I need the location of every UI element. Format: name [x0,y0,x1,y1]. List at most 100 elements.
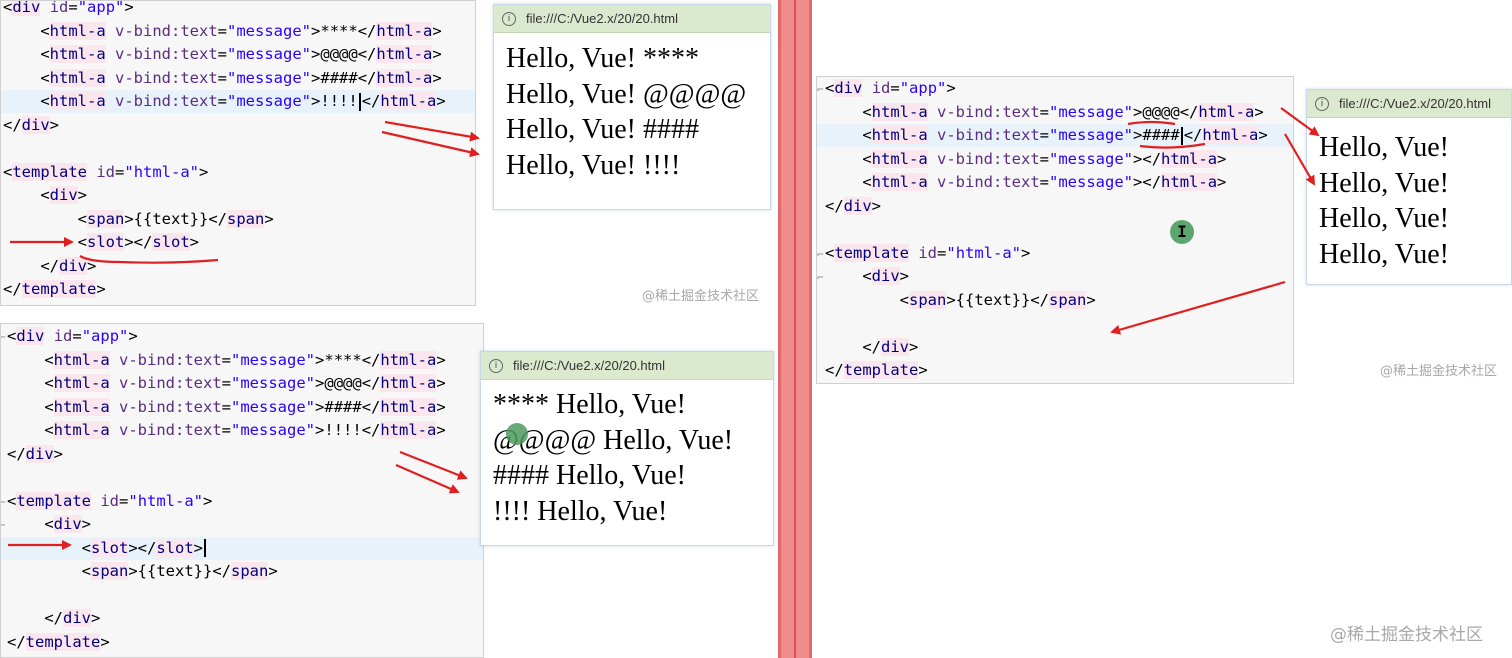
bracket: </ [361,374,381,392]
code-line[interactable]: <html-a v-bind:text="message">!!!!</html… [1,419,483,442]
code-line[interactable] [817,312,1293,335]
code-line[interactable]: ⌐ <div> [1,513,483,536]
tag-name: html-a [53,374,110,392]
code-line[interactable]: </div> [817,336,1293,359]
code-line[interactable]: </template> [817,359,1293,382]
code-line[interactable]: ⌐ <div> [1,184,475,207]
code-line[interactable]: ⌐<template id="html-a"> [1,490,483,514]
text-cursor-icon: I [1170,220,1194,244]
tag-name: html-a [380,421,437,439]
attr-value: "app" [81,327,129,345]
tag-name: slot [91,538,129,557]
equals: = [221,421,232,439]
slot-content: **** [324,350,362,369]
code-line[interactable]: <html-a v-bind:text="message">####</html… [1,67,475,90]
info-icon[interactable]: i [1315,96,1329,111]
code-line[interactable]: <html-a v-bind:text="message">****</html… [1,20,475,43]
browser-url[interactable]: file:///C:/Vue2.x/20/20.html [1339,96,1491,111]
bracket: < [44,350,54,369]
code-line[interactable] [1,466,483,489]
attr-name: id [100,491,120,510]
code-line[interactable]: <html-a v-bind:text="message"></html-a> [817,171,1293,194]
info-icon[interactable]: i [502,11,516,26]
bracket: </ [1183,126,1203,144]
code-line[interactable] [817,218,1293,241]
bracket: > [128,327,138,345]
code-line[interactable]: </template> [1,278,475,301]
code-line[interactable]: ⌐<div id="app"> [817,77,1293,100]
tag-name: div [834,79,863,97]
code-line[interactable]: ⌐<div id="app"> [1,0,475,19]
code-line[interactable]: <slot></slot> [1,231,475,254]
info-icon[interactable]: i [489,358,503,373]
code-line[interactable]: <span>{{text}}</span> [1,560,483,583]
bracket: < [825,243,835,262]
code-line[interactable]: <span>{{text}}</span> [817,289,1293,312]
code-line[interactable]: ⌐ <div> [817,265,1293,288]
bracket: > [432,68,442,87]
equals: = [119,491,129,510]
code-line[interactable]: ⌐<template id="html-a"> [817,242,1293,265]
right-code-editor[interactable]: ⌐<div id="app"> <html-a v-bind:text="mes… [816,76,1294,384]
code-line[interactable]: <html-a v-bind:text="message">####</html… [1,396,483,419]
bracket: > [100,632,110,651]
equals: = [68,0,78,16]
code-line[interactable]: </div> [1,255,475,278]
marker-dot [506,423,528,445]
tag-name: html-a [53,397,110,416]
code-line[interactable]: </div> [1,607,483,630]
browser-address-bar[interactable]: i file:///C:/Vue2.x/20/20.html [494,5,770,33]
code-line[interactable]: ⌐<div id="app"> [1,325,483,348]
equals: = [217,92,228,110]
code-line[interactable]: <span>{{text}}</span> [1,208,475,231]
code-line[interactable]: </div> [1,443,483,466]
code-line[interactable]: <html-a v-bind:text="message">@@@@</html… [817,101,1293,124]
bottom-left-code-editor[interactable]: ⌐<div id="app"> <html-a v-bind:text="mes… [0,323,484,658]
bracket: > [96,280,106,298]
code-line[interactable]: </div> [817,195,1293,218]
code-line[interactable]: </div> [1,114,475,137]
browser-address-bar[interactable]: i file:///C:/Vue2.x/20/20.html [481,352,773,380]
bracket: < [40,45,50,63]
browser-url[interactable]: file:///C:/Vue2.x/20/20.html [513,358,665,373]
code-line[interactable]: <html-a v-bind:text="message">####</html… [817,124,1293,147]
text-caret [204,539,206,557]
bracket: </ [825,196,844,215]
tag-name: html-a [380,350,437,369]
browser-address-bar[interactable]: i file:///C:/Vue2.x/20/20.html [1307,90,1511,118]
bracket: < [862,149,872,168]
bracket: > [432,45,442,63]
code-line[interactable]: <slot></slot> [1,536,483,560]
code-line[interactable] [1,584,483,607]
code-line[interactable]: <html-a v-bind:text="message">@@@@</html… [1,372,483,395]
fold-marker: ⌐ [1,491,7,514]
bracket: > [315,350,325,369]
bracket: </ [357,21,377,40]
attr-value: "message" [231,350,316,369]
bracket: < [40,92,50,110]
code-line[interactable] [1,137,475,160]
tag-name: html-a [376,45,433,63]
code-line[interactable]: <html-a v-bind:text="message">!!!!</html… [1,90,475,113]
tag-name: html-a [380,92,437,110]
browser-url[interactable]: file:///C:/Vue2.x/20/20.html [526,11,678,26]
output-line: Hello, Vue! [1319,167,1449,199]
tag-name: div [12,0,41,16]
attr-name: v-bind:text [119,374,222,392]
slot-content: @@@@ [1142,102,1180,121]
code-line[interactable]: ⌐<template id="html-a"> [1,161,475,184]
slot-content: #### [1142,126,1180,144]
code-line[interactable]: </template> [1,631,483,654]
bracket: > [1133,149,1143,168]
code-line[interactable]: <html-a v-bind:text="message">****</html… [1,349,483,372]
code-line[interactable]: <html-a v-bind:text="message"></html-a> [817,148,1293,171]
bracket: > [53,444,64,463]
code-line[interactable]: <html-a v-bind:text="message">@@@@</html… [1,43,475,66]
top-left-code-editor[interactable]: ⌐<div id="app"> <html-a v-bind:text="mes… [0,0,476,306]
bracket: > [91,609,101,627]
